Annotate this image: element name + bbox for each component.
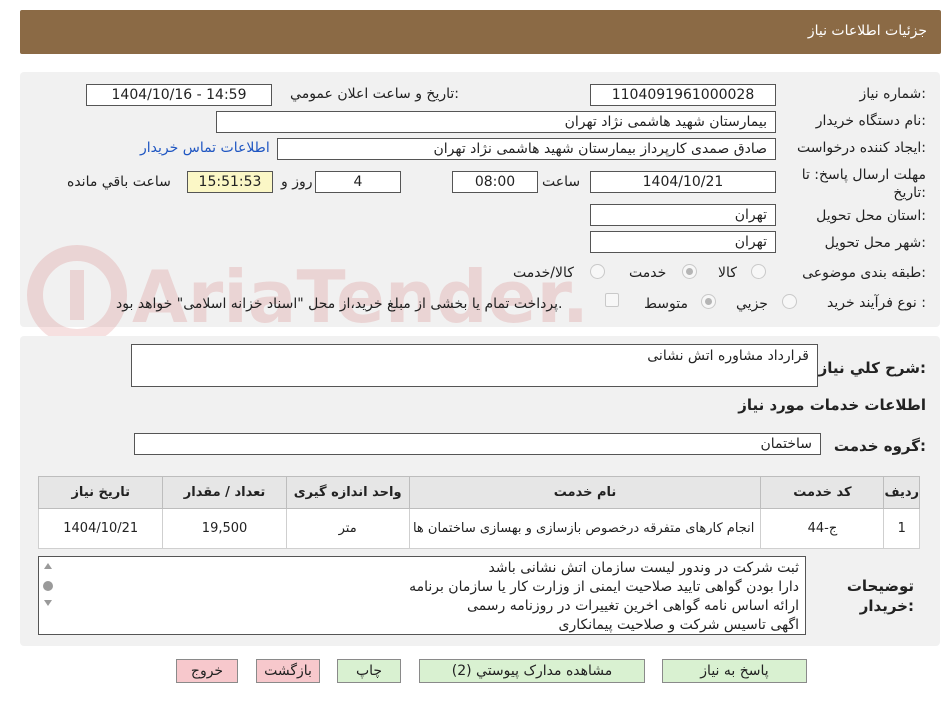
- view-attachments-button[interactable]: مشاهده مدارک پیوستي (2): [419, 659, 645, 683]
- col-name-header: نام خدمت: [408, 476, 762, 509]
- deadline-time-field: 08:00: [452, 171, 538, 193]
- city-label: شهر محل تحویل:: [824, 235, 926, 251]
- requester-label: ایجاد کننده درخواست:: [797, 140, 926, 156]
- cell-row: 1: [883, 508, 920, 549]
- col-row-header: ردیف: [883, 476, 920, 509]
- process-small-label: جزیي: [736, 296, 768, 312]
- treasury-payment-note: پرداخت تمام یا بخشی از مبلغ خرید،از محل …: [116, 296, 563, 312]
- process-label: نوع فرآیند خرید :: [827, 295, 926, 311]
- category-label: طبقه بندی موضوعی:: [802, 265, 926, 281]
- cell-qty: 19,500: [162, 508, 287, 549]
- scroll-down-icon: [44, 600, 52, 606]
- category-service-radio[interactable]: [682, 264, 697, 279]
- province-field: تهران: [590, 204, 776, 226]
- announce-datetime-label: تاریخ و ساعت اعلان عمومي:: [290, 86, 459, 102]
- requester-field: صادق صمدی کارپرداز بیمارستان شهید هاشمی …: [277, 138, 776, 160]
- treasury-payment-checkbox[interactable]: [605, 293, 619, 307]
- service-group-label: گروه خدمت:: [833, 437, 926, 455]
- col-code-header: کد خدمت: [760, 476, 885, 509]
- reply-button[interactable]: پاسخ به نیاز: [662, 659, 807, 683]
- deadline-time-label: ساعت: [542, 174, 581, 190]
- category-both-radio[interactable]: [590, 264, 605, 279]
- buyer-notes-label: توضیحات خریدار:: [846, 577, 914, 615]
- services-table: ردیف کد خدمت نام خدمت واحد اندازه گیری ت…: [37, 476, 920, 549]
- page-header: جزئیات اطلاعات نیاز: [20, 10, 941, 54]
- category-goods-radio[interactable]: [751, 264, 766, 279]
- buyer-notes-line: ثبت شرکت در وندور لیست سازمان اتش نشانی …: [488, 560, 799, 576]
- summary-label: شرح کلي نیاز:: [818, 359, 926, 377]
- print-button[interactable]: چاپ: [337, 659, 401, 683]
- exit-button[interactable]: خروج: [176, 659, 238, 683]
- scroll-thumb-icon: [43, 581, 53, 591]
- col-unit-header: واحد اندازه گیری: [285, 476, 410, 509]
- remaining-time-field: 15:51:53: [187, 171, 273, 193]
- process-medium-label: متوسط: [644, 296, 688, 312]
- notes-scrollbar[interactable]: [40, 558, 56, 634]
- province-label: استان محل تحویل:: [816, 208, 926, 224]
- need-number-field: 1104091961000028: [590, 84, 776, 106]
- deadline-label: مهلت ارسال پاسخ: تا تاریخ:: [801, 167, 926, 201]
- buyer-notes-field[interactable]: ثبت شرکت در وندور لیست سازمان اتش نشانی …: [38, 556, 806, 635]
- deadline-date-field: 1404/10/21: [590, 171, 776, 193]
- buyer-notes-line: ارائه اساس نامه گواهی اخرین تغییرات در ر…: [467, 598, 799, 614]
- remaining-time-label: ساعت باقي مانده: [67, 174, 171, 190]
- buyer-org-field: بیمارستان شهید هاشمی نژاد تهران: [216, 111, 776, 133]
- cell-date: 1404/10/21: [37, 508, 164, 549]
- col-qty-header: تعداد / مقدار: [162, 476, 287, 509]
- summary-field[interactable]: قرارداد مشاوره اتش نشانی: [131, 344, 818, 387]
- need-number-label: شماره نیاز:: [859, 86, 926, 102]
- process-medium-radio[interactable]: [701, 294, 716, 309]
- days-label: روز و: [281, 174, 313, 190]
- services-section-title: اطلاعات خدمات مورد نیاز: [738, 396, 926, 414]
- table-header-row: ردیف کد خدمت نام خدمت واحد اندازه گیری ت…: [37, 476, 920, 509]
- col-date-header: تاریخ نیاز: [37, 476, 164, 509]
- category-both-label: کالا/خدمت: [513, 265, 574, 281]
- days-remaining-field: 4: [315, 171, 401, 193]
- announce-datetime-field: 1404/10/16 - 14:59: [86, 84, 272, 106]
- process-small-radio[interactable]: [782, 294, 797, 309]
- buyer-notes-line: دارا بودن گواهی تایید صلاحیت ایمنی از وز…: [409, 579, 799, 595]
- category-service-label: خدمت: [629, 265, 667, 281]
- scroll-up-icon: [44, 563, 52, 569]
- service-group-field: ساختمان: [134, 433, 821, 455]
- back-button[interactable]: بازگشت: [256, 659, 320, 683]
- cell-name: انجام کارهای متفرقه درخصوص بازسازی و بهس…: [408, 508, 762, 549]
- buyer-contact-link[interactable]: اطلاعات تماس خریدار: [140, 140, 270, 156]
- cell-code: ج-44: [760, 508, 885, 549]
- city-field: تهران: [590, 231, 776, 253]
- cell-unit: متر: [285, 508, 410, 549]
- buyer-org-label: نام دستگاه خریدار:: [815, 113, 926, 129]
- category-goods-label: کالا: [718, 265, 737, 281]
- buyer-notes-line: اگهی تاسیس شرکت و صلاحیت پیمانکاری: [558, 617, 799, 633]
- table-row: 1 ج-44 انجام کارهای متفرقه درخصوص بازساز…: [37, 508, 920, 549]
- page-title: جزئیات اطلاعات نیاز: [807, 23, 927, 39]
